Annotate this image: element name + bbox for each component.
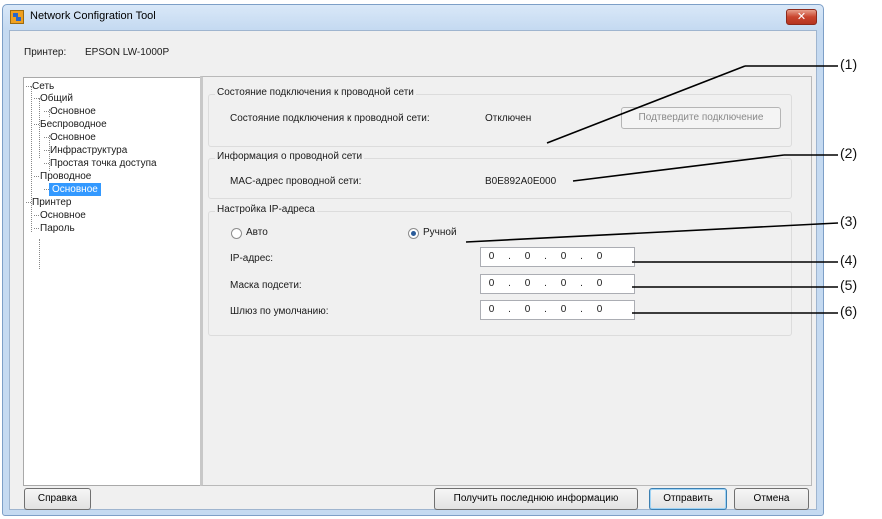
callout-line-2 [572, 154, 785, 182]
callout-label-4: (4) [840, 252, 858, 268]
callout-label-6: (6) [840, 303, 858, 319]
callout-lines [465, 65, 839, 314]
callout-label-5: (5) [840, 277, 858, 293]
callout-line-1 [546, 65, 746, 144]
callout-label-3: (3) [840, 213, 858, 229]
callout-label-2: (2) [840, 145, 858, 161]
callout-line-3 [465, 222, 839, 243]
callout-label-1: (1) [840, 56, 858, 72]
